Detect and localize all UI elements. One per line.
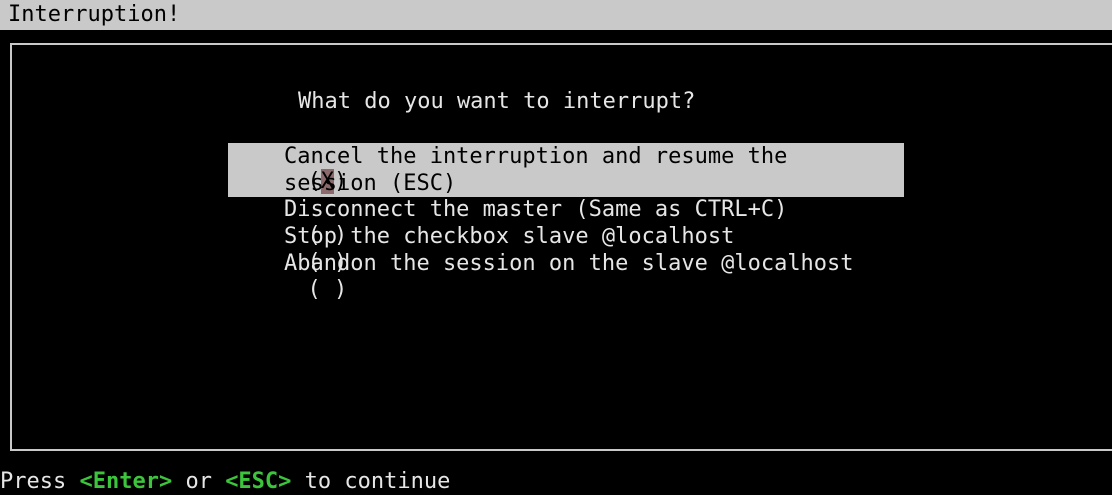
footer-suffix: to continue [291,469,451,494]
window-title-bar: Interruption! [0,0,1112,30]
dialog-question: What do you want to interrupt? [298,89,696,114]
option-label: Abandon the session on the slave @localh… [284,251,854,276]
option-label: Stop the checkbox slave @localhost [284,224,735,249]
footer-middle: or [172,469,226,494]
esc-key-hint: <ESC> [225,469,292,494]
option-label: Cancel the interruption and resume the s… [284,144,788,196]
enter-key-hint: <Enter> [79,469,173,494]
radio-check-mark [321,277,334,302]
radio-open-bracket: ( [307,277,321,302]
option-label: Disconnect the master (Same as CTRL+C) [284,197,788,222]
footer-prefix: Press [0,469,80,494]
radio-close-bracket: ) [333,277,348,302]
window-title: Interruption! [8,2,181,27]
option-cancel-interruption[interactable]: (X) Cancel the interruption and resume t… [228,143,904,197]
footer-hint: Press <Enter> or <ESC> to continue [0,468,1112,495]
option-disconnect-master[interactable]: ( ) Disconnect the master (Same as CTRL+… [228,197,904,248]
options-list: (X) Cancel the interruption and resume t… [228,143,904,302]
option-stop-slave[interactable]: ( ) Stop the checkbox slave @localhost [228,224,904,275]
option-abandon-session[interactable]: ( ) Abandon the session on the slave @lo… [228,251,904,302]
